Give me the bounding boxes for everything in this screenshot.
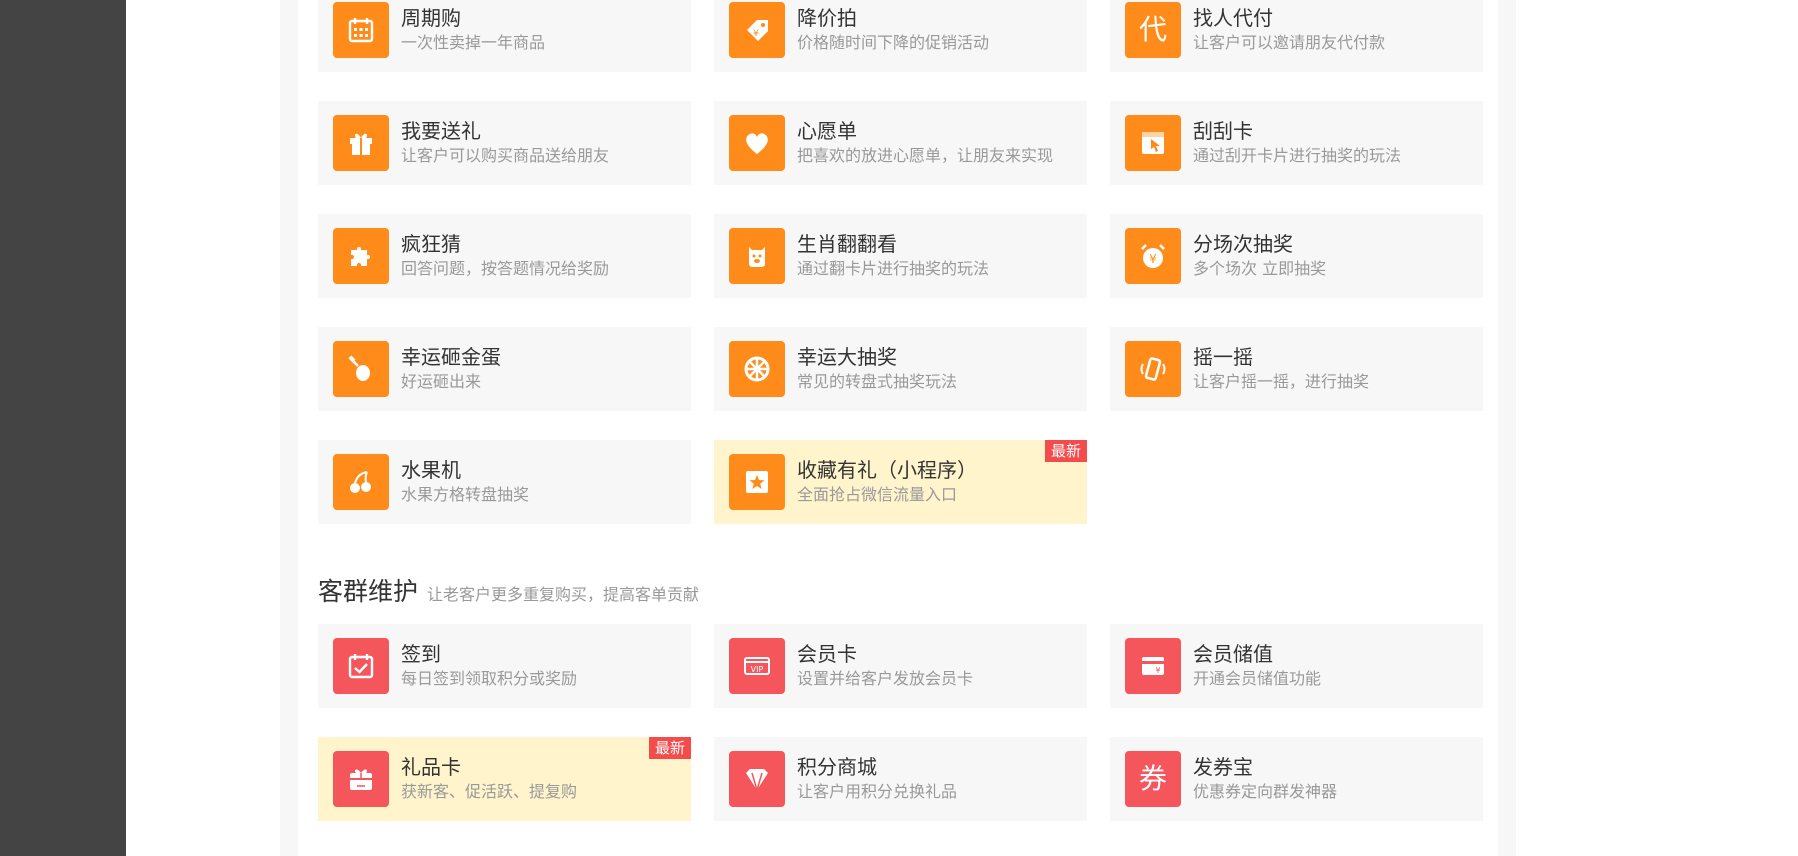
proxy-pay-icon: 代 (1125, 2, 1181, 58)
section-title: 客群维护 (318, 577, 419, 606)
tool-title: 会员卡 (797, 642, 857, 666)
customer-retention-grid: 签到 每日签到领取积分或奖励 VIP 会员卡 设置并给客户发放会员卡 ¥ 会员储… (318, 624, 1484, 821)
tool-card-fruit-machine[interactable]: 水果机 水果方格转盘抽奖 (318, 440, 691, 524)
scratch-card-icon (1125, 115, 1181, 171)
tool-card-crazy-guess[interactable]: 疯狂猜 回答问题，按答题情况给奖励 (318, 214, 691, 298)
tool-desc: 水果方格转盘抽奖 (401, 485, 530, 504)
tool-card-coupon-sender[interactable]: 券 发券宝 优惠券定向群发神器 (1110, 737, 1483, 821)
section-header-customer-retention: 客群维护 让老客户更多重复购买，提高客单贡献 (318, 572, 699, 608)
tool-card-proxy-pay[interactable]: 代 找人代付 让客户可以邀请朋友代付款 (1110, 0, 1483, 72)
panel-gutter-right (1498, 0, 1516, 856)
tool-title: 分场次抽奖 (1193, 232, 1293, 256)
tool-desc: 多个场次 立即抽奖 (1193, 259, 1327, 278)
tool-desc: 把喜欢的放进心愿单，让朋友来实现 (797, 146, 1054, 165)
coupon-glyph: 券 (1138, 762, 1167, 795)
tool-desc: 通过刮开卡片进行抽奖的玩法 (1193, 146, 1402, 165)
proxy-pay-glyph: 代 (1138, 13, 1167, 46)
tool-desc: 优惠券定向群发神器 (1193, 782, 1338, 801)
empty-slot (1110, 440, 1483, 524)
tool-desc: 价格随时间下降的促销活动 (797, 33, 990, 52)
alarm-clock-icon: ¥ (1125, 228, 1181, 284)
puzzle-icon (333, 228, 389, 284)
tool-desc: 一次性卖掉一年商品 (401, 33, 546, 52)
svg-text:¥: ¥ (1155, 666, 1160, 675)
tool-title: 疯狂猜 (401, 232, 461, 256)
tool-title: 生肖翻翻看 (797, 232, 897, 256)
tool-card-send-gift[interactable]: 我要送礼 让客户可以购买商品送给朋友 (318, 101, 691, 185)
calendar-icon (333, 2, 389, 58)
shake-phone-icon (1125, 341, 1181, 397)
tool-title: 幸运大抽奖 (797, 345, 897, 369)
wallet-icon: ¥ (1125, 638, 1181, 694)
svg-text:¥: ¥ (753, 29, 759, 39)
tool-title: 刮刮卡 (1193, 119, 1253, 143)
tool-title: 会员储值 (1193, 642, 1273, 666)
gift-card-icon (333, 751, 389, 807)
tool-card-lucky-wheel[interactable]: 幸运大抽奖 常见的转盘式抽奖玩法 (714, 327, 1087, 411)
tool-desc: 让客户可以购买商品送给朋友 (401, 146, 610, 165)
tool-desc: 好运砸出来 (401, 372, 482, 391)
tool-card-wish-list[interactable]: 心愿单 把喜欢的放进心愿单，让朋友来实现 (714, 101, 1087, 185)
tool-card-member-stored-value[interactable]: ¥ 会员储值 开通会员储值功能 (1110, 624, 1483, 708)
tool-title: 周期购 (401, 6, 461, 30)
tool-card-gift-card[interactable]: 礼品卡 获新客、促活跃、提复购 最新 (318, 737, 691, 821)
tool-title: 积分商城 (797, 755, 877, 779)
tool-title: 礼品卡 (401, 755, 461, 779)
tool-desc: 让客户摇一摇，进行抽奖 (1193, 372, 1370, 391)
tool-title: 降价拍 (797, 6, 857, 30)
zodiac-icon (729, 228, 785, 284)
marketing-tools-grid: 周期购 一次性卖掉一年商品 ¥ 降价拍 价格随时间下降的促销活动 代 找人代付 … (318, 0, 1484, 524)
tool-desc: 让客户用积分兑换礼品 (797, 782, 958, 801)
tool-card-points-mall[interactable]: 积分商城 让客户用积分兑换礼品 (714, 737, 1087, 821)
tool-title: 找人代付 (1193, 6, 1273, 30)
left-sidebar-rail (0, 0, 126, 856)
tool-title: 签到 (401, 642, 441, 666)
tool-card-golden-egg[interactable]: 幸运砸金蛋 好运砸出来 (318, 327, 691, 411)
star-icon (729, 454, 785, 510)
tool-title: 我要送礼 (401, 119, 481, 143)
tool-desc: 获新客、促活跃、提复购 (401, 782, 578, 801)
tool-desc: 开通会员储值功能 (1193, 669, 1322, 688)
price-tag-icon: ¥ (729, 2, 785, 58)
tool-card-shake[interactable]: 摇一摇 让客户摇一摇，进行抽奖 (1110, 327, 1483, 411)
tool-desc: 回答问题，按答题情况给奖励 (401, 259, 610, 278)
tool-card-scratch-card[interactable]: 刮刮卡 通过刮开卡片进行抽奖的玩法 (1110, 101, 1483, 185)
heart-icon (729, 115, 785, 171)
tool-desc: 常见的转盘式抽奖玩法 (797, 372, 958, 391)
tool-title: 心愿单 (797, 119, 857, 143)
diamond-icon (729, 751, 785, 807)
tool-card-periodic-buy[interactable]: 周期购 一次性卖掉一年商品 (318, 0, 691, 72)
tool-card-session-lottery[interactable]: ¥ 分场次抽奖 多个场次 立即抽奖 (1110, 214, 1483, 298)
tool-card-price-drop-auction[interactable]: ¥ 降价拍 价格随时间下降的促销活动 (714, 0, 1087, 72)
tool-title: 收藏有礼（小程序） (797, 458, 977, 482)
tool-title: 水果机 (401, 458, 461, 482)
gift-icon (333, 115, 389, 171)
tool-title: 幸运砸金蛋 (401, 345, 501, 369)
new-badge: 最新 (1044, 440, 1087, 462)
tool-title: 发券宝 (1193, 755, 1253, 779)
tool-desc: 让客户可以邀请朋友代付款 (1193, 33, 1386, 52)
vip-card-icon: VIP (729, 638, 785, 694)
tool-card-checkin[interactable]: 签到 每日签到领取积分或奖励 (318, 624, 691, 708)
tool-desc: 设置并给客户发放会员卡 (797, 669, 974, 688)
tool-card-member-card[interactable]: VIP 会员卡 设置并给客户发放会员卡 (714, 624, 1087, 708)
tool-desc: 通过翻卡片进行抽奖的玩法 (797, 259, 990, 278)
svg-text:¥: ¥ (1149, 252, 1157, 266)
cherry-icon (333, 454, 389, 510)
tool-desc: 全面抢占微信流量入口 (797, 485, 958, 504)
new-badge: 最新 (648, 737, 691, 759)
vip-glyph: VIP (751, 665, 764, 674)
wheel-icon (729, 341, 785, 397)
section-subtitle: 让老客户更多重复购买，提高客单贡献 (427, 585, 700, 604)
tool-card-favorite-gift[interactable]: 收藏有礼（小程序） 全面抢占微信流量入口 最新 (714, 440, 1087, 524)
coupon-icon: 券 (1125, 751, 1181, 807)
checkin-calendar-icon (333, 638, 389, 694)
tool-card-zodiac-flip[interactable]: 生肖翻翻看 通过翻卡片进行抽奖的玩法 (714, 214, 1087, 298)
tool-title: 摇一摇 (1193, 345, 1253, 369)
panel-gutter-left (280, 0, 298, 856)
golden-egg-icon (333, 341, 389, 397)
tool-desc: 每日签到领取积分或奖励 (401, 669, 578, 688)
